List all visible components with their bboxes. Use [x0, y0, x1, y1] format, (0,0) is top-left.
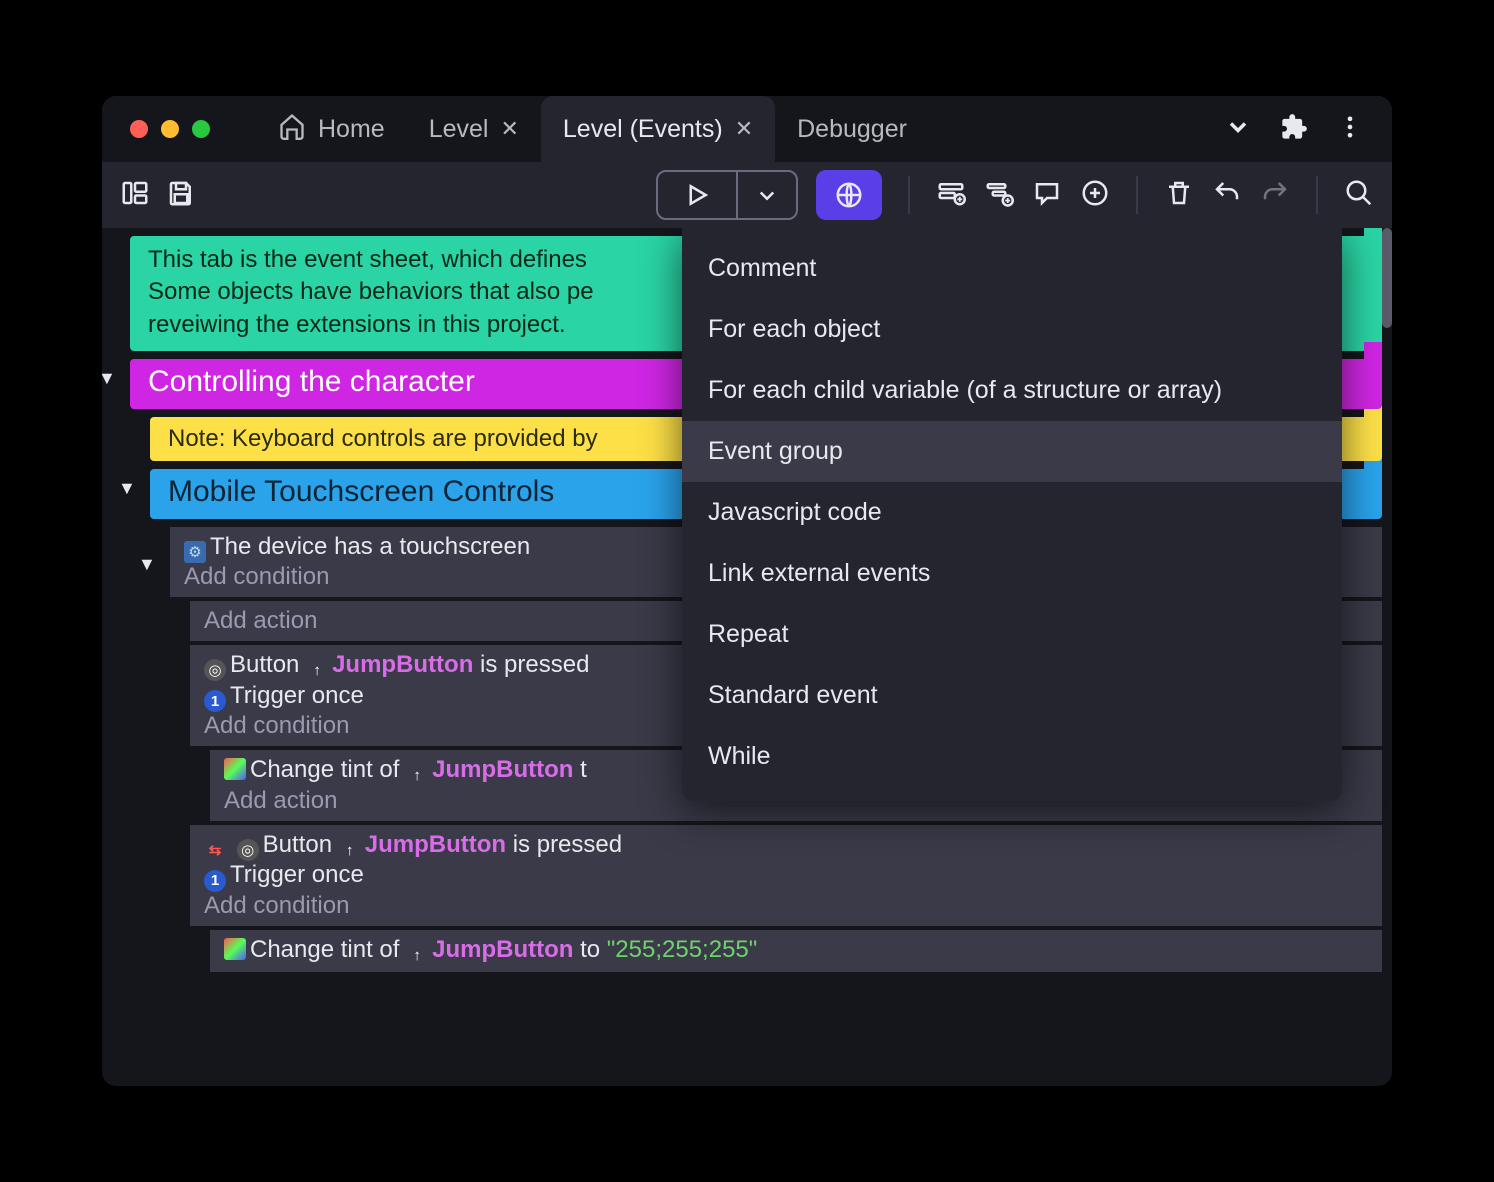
tab-level[interactable]: Level ✕ — [407, 96, 541, 162]
play-button-group — [656, 170, 798, 220]
tab-home[interactable]: Home — [256, 96, 407, 162]
window-controls — [102, 120, 238, 138]
add-event-dropdown: Comment For each object For each child v… — [682, 228, 1342, 801]
trigger-once-text: Trigger once — [230, 861, 364, 888]
menu-item-comment[interactable]: Comment — [682, 238, 1342, 299]
add-action-button[interactable]: Add action — [204, 607, 317, 634]
add-event-icon[interactable] — [936, 178, 966, 213]
arrow-up-icon: ↑ — [306, 660, 328, 682]
save-icon[interactable] — [166, 178, 196, 213]
target-icon: ◎ — [204, 659, 226, 681]
tab-level-events-label: Level (Events) — [563, 115, 723, 144]
add-condition-button[interactable]: Add condition — [204, 892, 349, 919]
home-icon — [278, 112, 306, 147]
event-sheet: This tab is the event sheet, which defin… — [102, 228, 1392, 1086]
add-circle-icon[interactable] — [1080, 178, 1110, 213]
add-subevent-icon[interactable] — [984, 178, 1014, 213]
tint-icon — [224, 758, 246, 780]
menu-item-event-group[interactable]: Event group — [682, 421, 1342, 482]
delete-icon[interactable] — [1164, 178, 1194, 213]
minimize-window-button[interactable] — [161, 120, 179, 138]
tint-icon — [224, 938, 246, 960]
play-button[interactable] — [658, 172, 736, 218]
network-preview-button[interactable] — [816, 170, 882, 220]
menu-item-for-each-object[interactable]: For each object — [682, 299, 1342, 360]
tab-level-events[interactable]: Level (Events) ✕ — [541, 96, 775, 162]
tab-level-label: Level — [429, 115, 489, 144]
tab-debugger[interactable]: Debugger — [775, 96, 929, 162]
tab-home-label: Home — [318, 115, 385, 144]
search-icon[interactable] — [1344, 178, 1374, 213]
menu-item-link-external[interactable]: Link external events — [682, 543, 1342, 604]
object-reference: JumpButton — [432, 936, 573, 963]
arrow-up-icon: ↑ — [406, 765, 428, 787]
more-icon[interactable] — [1336, 113, 1364, 146]
collapse-arrow-icon[interactable]: ▼ — [118, 478, 136, 499]
maximize-window-button[interactable] — [192, 120, 210, 138]
event-action[interactable]: Change tint of ↑JumpButton to "255;255;2… — [210, 930, 1382, 973]
panel-icon[interactable] — [120, 178, 150, 213]
chevron-down-icon[interactable] — [1224, 113, 1252, 146]
undo-icon[interactable] — [1212, 178, 1242, 213]
close-icon[interactable]: ✕ — [735, 116, 753, 142]
play-dropdown-button[interactable] — [736, 172, 796, 218]
menu-item-for-each-child[interactable]: For each child variable (of a structure … — [682, 360, 1342, 421]
arrow-up-icon: ↑ — [339, 839, 361, 861]
to-text: to — [580, 936, 600, 963]
predicate-text: is pressed — [480, 651, 589, 678]
toolbar — [102, 162, 1392, 228]
group-title: Mobile Touchscreen Controls — [168, 475, 554, 508]
condition-text: The device has a touchscreen — [210, 533, 530, 560]
extension-icon[interactable] — [1280, 113, 1308, 146]
tab-bar: Home Level ✕ Level (Events) ✕ Debugger — [256, 96, 929, 162]
menu-item-standard-event[interactable]: Standard event — [682, 665, 1342, 726]
menu-item-javascript-code[interactable]: Javascript code — [682, 482, 1342, 543]
note-text: Note: Keyboard controls are provided by — [168, 425, 598, 452]
scrollbar[interactable] — [1382, 228, 1392, 328]
add-condition-button[interactable]: Add condition — [204, 712, 349, 739]
gear-icon: ⚙ — [184, 541, 206, 563]
close-icon[interactable]: ✕ — [500, 116, 518, 142]
button-label: Button — [230, 651, 299, 678]
redo-icon[interactable] — [1260, 178, 1290, 213]
menu-item-while[interactable]: While — [682, 726, 1342, 787]
titlebar-right — [1224, 113, 1392, 146]
object-reference: JumpButton — [432, 756, 573, 783]
object-reference: JumpButton — [365, 831, 506, 858]
trigger-once-text: Trigger once — [230, 682, 364, 709]
target-icon: ◎ — [237, 839, 259, 861]
trigger-once-icon: 1 — [204, 870, 226, 892]
add-action-button[interactable]: Add action — [224, 787, 337, 814]
invert-icon: ⇆ — [204, 839, 226, 861]
menu-item-repeat[interactable]: Repeat — [682, 604, 1342, 665]
change-tint-text: Change tint of — [250, 936, 399, 963]
group-title: Controlling the character — [148, 365, 475, 398]
arrow-up-icon: ↑ — [406, 944, 428, 966]
object-reference: JumpButton — [332, 651, 473, 678]
minimap-stripe — [1364, 228, 1382, 334]
collapse-arrow-icon[interactable]: ▼ — [138, 554, 156, 575]
add-comment-icon[interactable] — [1032, 178, 1062, 213]
change-tint-text: Change tint of — [250, 756, 399, 783]
close-window-button[interactable] — [130, 120, 148, 138]
app-window: Home Level ✕ Level (Events) ✕ Debugger — [102, 96, 1392, 1086]
predicate-text: is pressed — [513, 831, 622, 858]
collapse-arrow-icon[interactable]: ▼ — [102, 368, 116, 389]
tab-debugger-label: Debugger — [797, 115, 907, 144]
button-label: Button — [263, 831, 332, 858]
event-condition[interactable]: ⇆ ◎Button ↑JumpButton is pressed 1Trigge… — [190, 825, 1382, 926]
trigger-once-icon: 1 — [204, 690, 226, 712]
titlebar: Home Level ✕ Level (Events) ✕ Debugger — [102, 96, 1392, 162]
add-condition-button[interactable]: Add condition — [184, 563, 329, 590]
string-literal: "255;255;255" — [607, 936, 758, 963]
